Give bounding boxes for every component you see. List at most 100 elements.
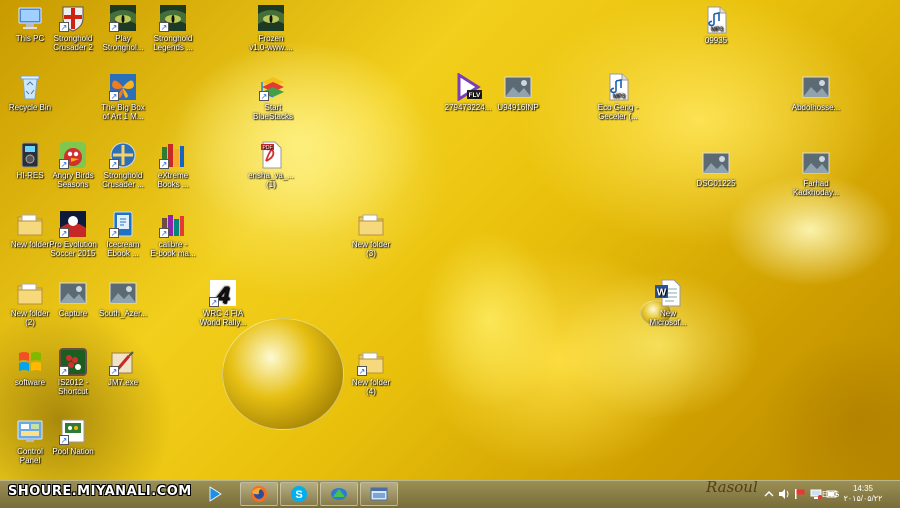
desktop-icon-pro-evolution-soccer-2015[interactable]: Pro Evolution Soccer 2015 [45, 210, 101, 258]
desktop-icon-eco-geng-geceler[interactable]: MP3 Eco Geng - Geceler (... [590, 73, 646, 121]
ebook-icon [109, 210, 137, 238]
folder-icon [357, 210, 385, 238]
desktop-icon-capture[interactable]: Capture [45, 279, 101, 318]
desktop-icon-new-folder-4[interactable]: New folder (4) [343, 348, 399, 396]
desktop-icon-wrc-4-fia-world-rally[interactable]: 4 WRC 4 FIA World Rally... [195, 279, 251, 327]
svg-text:4: 4 [215, 282, 229, 307]
pes-icon [59, 210, 87, 238]
clock-time: 14:35 [852, 484, 874, 493]
desktop-icon-label: Frozen v1.0-www.... [249, 34, 293, 52]
desktop-icon-label: Abdolhosse... [791, 103, 841, 112]
desktop-icon-stronghold-crusader[interactable]: Stronghold Crusader ... [95, 141, 151, 189]
desktop-icon-label: Eco Geng - Geceler (... [597, 103, 639, 121]
desktop-icon-play-stronghol[interactable]: Play Stronghol... [95, 4, 151, 52]
desktop-icon-new-microsof[interactable]: W New Microsof... [640, 279, 696, 327]
taskbar-window-button[interactable] [360, 482, 398, 506]
skype-icon: S [291, 486, 307, 502]
desktop-icon-pool-nation[interactable]: Pool Nation [45, 417, 101, 456]
desktop-icon-label: Pool Nation [52, 447, 94, 456]
desktop-icon-label: 09935 [704, 36, 728, 45]
desktop-icon-279473224[interactable]: FLV 279473224... [440, 72, 496, 112]
desktop-icon-label: Play Stronghol... [102, 34, 144, 52]
taskbar-download-manager-button[interactable] [320, 482, 358, 506]
desktop-icon-extreme-books[interactable]: eXtreme Books ... [145, 141, 201, 189]
desktop-icon-label: U94916INP [497, 103, 539, 112]
taskbar-clock[interactable]: 14:35 ۲۰۱۵/۰۵/۲۲ [836, 484, 890, 504]
desktop-icon-icecream-ebook[interactable]: Icecream Ebook ... [95, 210, 151, 258]
desktop-icon-label: New folder (4) [351, 378, 391, 396]
desktop-icon-calibre-e-book-ma[interactable]: calibre - E-book ma... [145, 210, 201, 258]
pool-icon [59, 417, 87, 445]
desktop-icon-label: The Big Box of Art 1 M... [101, 103, 145, 121]
folder-icon [16, 210, 44, 238]
crusader-icon [109, 141, 137, 169]
taskbar-firefox-button[interactable] [240, 482, 278, 506]
control-panel-icon [16, 417, 44, 445]
desktop-icon-jm7-exe[interactable]: JM7.exe [95, 348, 151, 387]
audio-device-icon [16, 141, 44, 169]
desktop-icon-stronghold-legends[interactable]: Stronghold Legends ... [145, 4, 201, 52]
snooker-icon [59, 348, 87, 376]
angry-birds-icon [59, 141, 87, 169]
desktop-icon-label: Pro Evolution Soccer 2015 [49, 240, 97, 258]
desktop-icon-farhad-kadkhoday[interactable]: Farhad Kadkhoday... [788, 149, 844, 197]
desktop-icon-south-azer[interactable]: South_Azer... [95, 279, 151, 318]
desktop-icon-label: New Microsof... [649, 309, 687, 327]
dragon-eye-icon [257, 4, 285, 32]
photo-thumbnail-icon [702, 149, 730, 177]
volume-icon[interactable] [778, 488, 790, 500]
svg-text:PDF: PDF [263, 145, 273, 151]
download-manager-icon [331, 488, 347, 500]
taskbar-skype-button[interactable]: S [280, 482, 318, 506]
svg-text:S: S [295, 489, 302, 501]
svg-text:MP3: MP3 [613, 94, 626, 100]
desktop-icon-label: Recycle Bin [8, 103, 52, 112]
books-icon [159, 141, 187, 169]
desktop-icon-stronghold-crusader-2[interactable]: Stronghold Crusader 2 [45, 4, 101, 52]
calibre-icon [159, 210, 187, 238]
windows-logo-icon [16, 348, 44, 376]
flag-icon[interactable] [794, 488, 806, 500]
desktop-icon-label: WRC 4 FIA World Rally... [199, 309, 247, 327]
desktop-icon-label: 279473224... [444, 103, 492, 112]
desktop-icon-ensha-va-1[interactable]: PDF ensha_va_... (1) [243, 141, 299, 189]
clock-date: ۲۰۱۵/۰۵/۲۲ [843, 494, 883, 503]
water-drop [222, 318, 344, 430]
bluestacks-icon [259, 73, 287, 101]
taskbar-media-player-button[interactable] [196, 482, 234, 506]
desktop-icon-abdolhosse[interactable]: Abdolhosse... [788, 73, 844, 112]
mp3-file-icon: MP3 [702, 6, 730, 34]
desktop-icon-09935[interactable]: MP3 09935 [688, 6, 744, 45]
desktop-icon-new-folder-3[interactable]: New folder (3) [343, 210, 399, 258]
firefox-icon [251, 486, 267, 502]
desktop-icon-is2012-shortcut[interactable]: IS2012 - Shortcut [45, 348, 101, 396]
photo-thumbnail-icon [109, 279, 137, 307]
desktop-icon-the-big-box-of-art-1-m[interactable]: The Big Box of Art 1 M... [95, 73, 151, 121]
butterfly-icon [109, 73, 137, 101]
desktop-icon-label: ensha_va_... (1) [248, 171, 294, 189]
desktop-icon-label: IS2012 - Shortcut [57, 378, 89, 396]
desktop-icon-start-bluestacks[interactable]: Start BlueStacks [245, 73, 301, 121]
desktop-icon-label: Stronghold Legends ... [153, 34, 193, 52]
desktop-icon-label: eXtreme Books ... [157, 171, 189, 189]
svg-text:W: W [657, 288, 667, 299]
desktop-icon-dsc01225[interactable]: DSC01225 [688, 149, 744, 188]
network-icon[interactable] [810, 488, 822, 500]
desktop-icon-label: Icecream Ebook ... [106, 240, 140, 258]
shield-icon [59, 4, 87, 32]
folder-icon [16, 279, 44, 307]
dragon-eye-icon [109, 4, 137, 32]
desktop-icon-recycle-bin[interactable]: Recycle Bin [2, 73, 58, 112]
chevron-up-icon[interactable] [764, 489, 774, 499]
pdf-file-icon: PDF [257, 141, 285, 169]
svg-text:FLV: FLV [469, 92, 481, 99]
desktop-icon-label: Stronghold Crusader 2 [53, 34, 93, 52]
desktop-icon-frozen-v1-0-www[interactable]: Frozen v1.0-www.... [243, 4, 299, 52]
desktop-icon-u94916inp[interactable]: U94916INP [490, 73, 546, 112]
word-document-icon: W [654, 279, 682, 307]
folder-icon [357, 348, 385, 376]
mp3-file-icon: MP3 [604, 73, 632, 101]
window-icon [370, 487, 388, 501]
desktop-icon-angry-birds-seasons[interactable]: Angry Birds Seasons [45, 141, 101, 189]
desktop-icon-label: New folder (3) [351, 240, 391, 258]
